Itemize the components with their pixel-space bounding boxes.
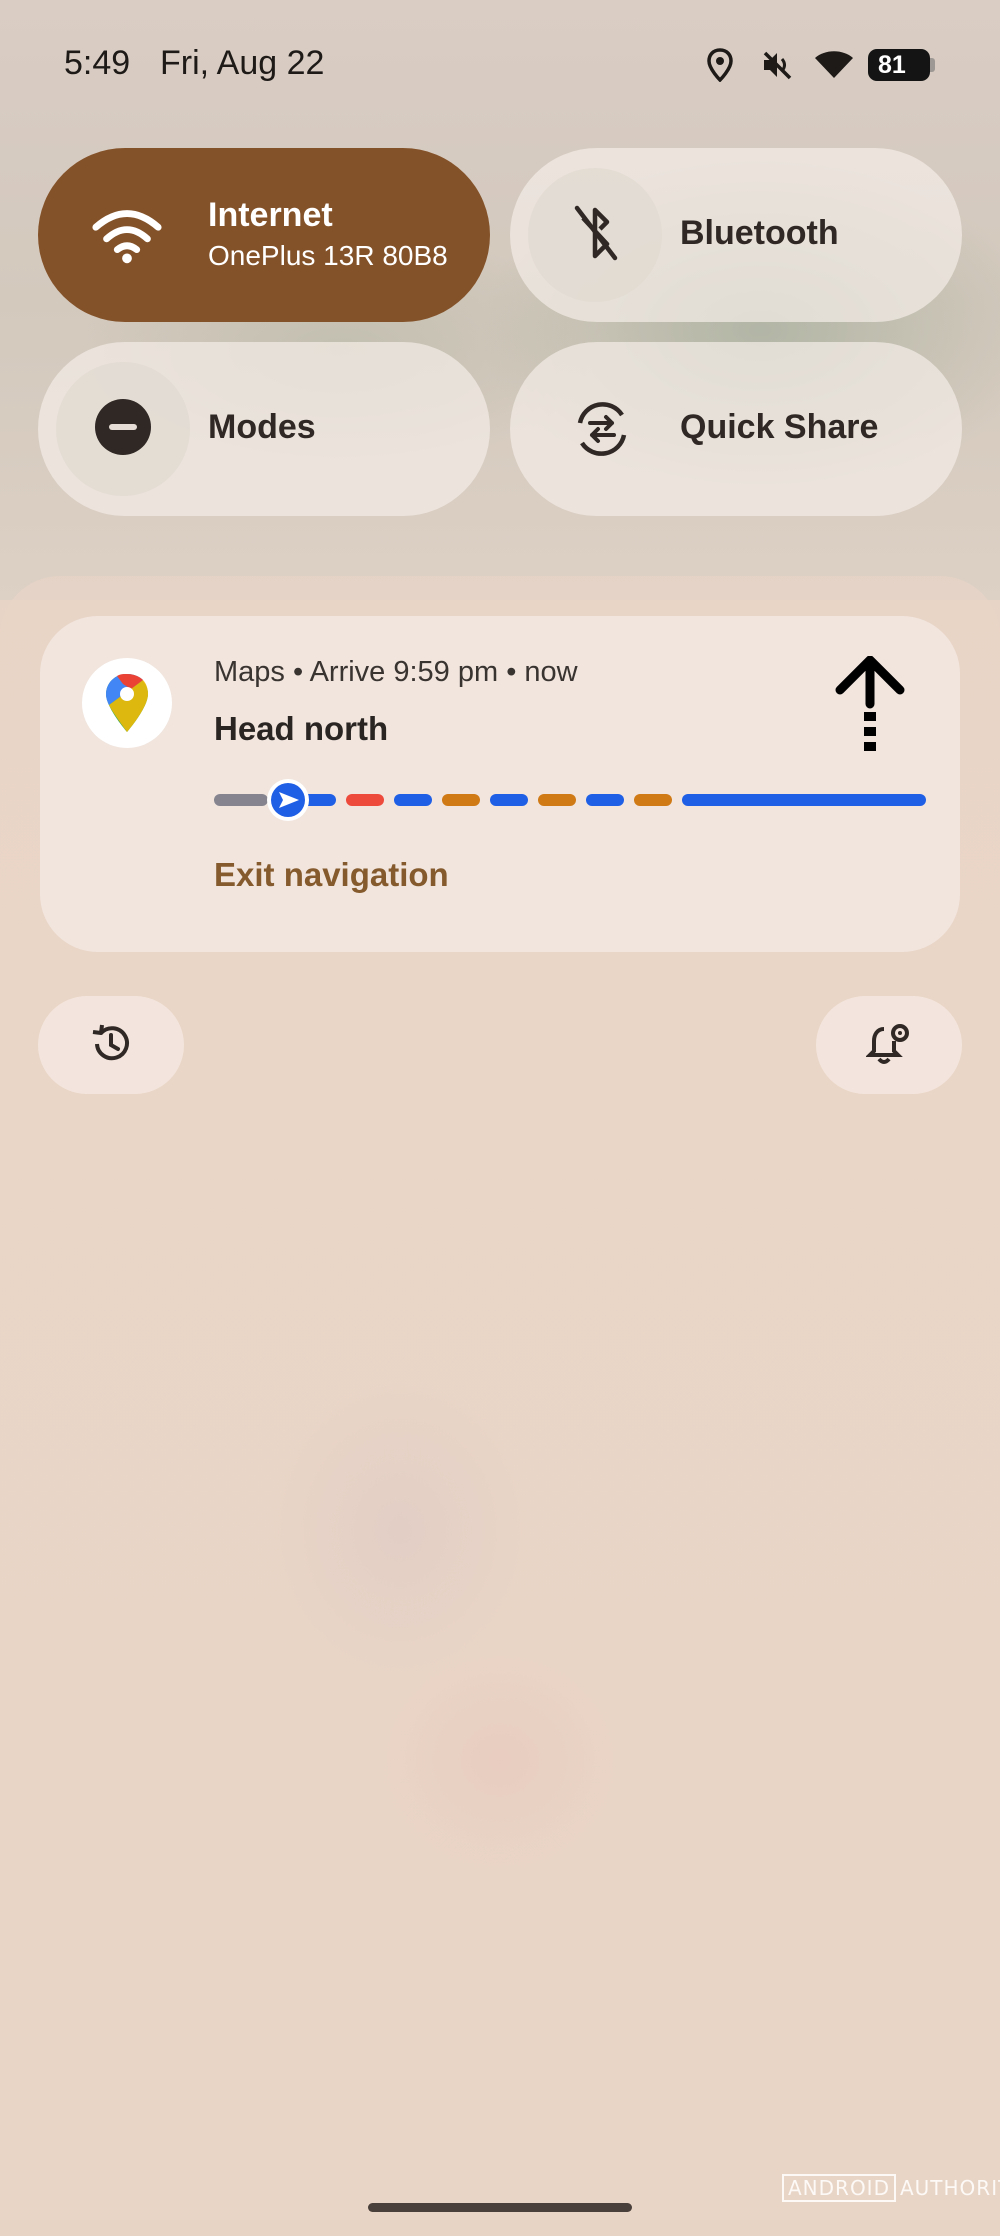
wifi-icon [814,50,854,85]
battery-icon: 81 [868,49,930,81]
tile-internet-sublabel: OnePlus 13R 80B8 [208,240,448,271]
notification-settings-icon [865,1021,912,1070]
watermark-brand-box: ANDROID [782,2174,896,2202]
route-segment [442,794,480,806]
tile-bluetooth[interactable]: Bluetooth [510,148,962,322]
tile-modes-icon-bg [56,362,190,496]
route-segment [634,794,672,806]
watermark: ANDROIDAUTHORITY [782,2174,1000,2202]
maps-notification[interactable]: Maps • Arrive 9:59 pm • now Head north E… [40,616,960,952]
route-segment [538,794,576,806]
vibrate-off-icon [760,48,794,87]
route-segment [490,794,528,806]
battery-cap [930,58,935,72]
route-segment [346,794,384,806]
route-segment [586,794,624,806]
modes-icon [93,397,153,462]
location-icon [706,48,734,87]
route-traveled-segment [214,794,268,806]
notification-history-button[interactable] [38,996,184,1094]
notification-header: Maps • Arrive 9:59 pm • now [214,656,578,688]
quick-share-icon [565,392,639,466]
home-indicator[interactable] [368,2203,632,2212]
tile-internet[interactable]: Internet OnePlus 13R 80B8 [38,148,490,322]
tile-bluetooth-label: Bluetooth [680,214,839,252]
watermark-brand-rest: AUTHORITY [899,2176,1000,2200]
status-date: Fri, Aug 22 [160,44,325,82]
notification-settings-button[interactable] [816,996,962,1094]
tile-quick-share[interactable]: Quick Share [510,342,962,516]
route-segment [682,794,926,806]
tile-internet-label: Internet [208,196,333,234]
route-progress-bar [214,779,926,821]
bluetooth-off-icon [565,200,625,271]
status-bar: 5:49 Fri, Aug 22 81 [0,0,1000,135]
battery-level: 81 [878,50,906,79]
status-time: 5:49 [64,44,131,82]
route-progress [214,778,926,822]
arrow-up-icon [830,655,910,756]
history-icon [89,1022,133,1069]
google-maps-icon [82,658,172,748]
wifi-icon [90,198,164,272]
tile-modes[interactable]: Modes [38,342,490,516]
exit-navigation-button[interactable]: Exit navigation [214,856,449,894]
tile-modes-label: Modes [208,408,316,446]
notification-title: Head north [214,710,389,747]
tile-bluetooth-icon-bg [528,168,662,302]
route-segment [394,794,432,806]
tile-quick-share-label: Quick Share [680,408,879,446]
